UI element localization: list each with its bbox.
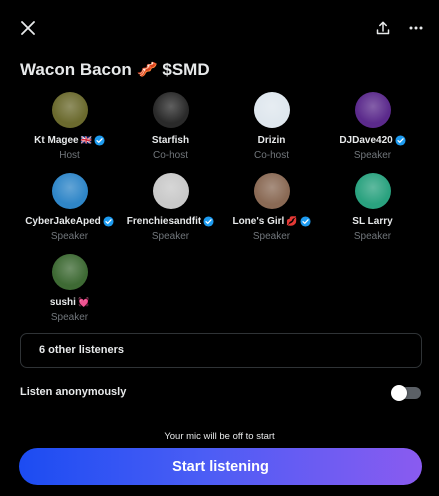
participant-card[interactable]: CyberJakeAped Speaker (19, 171, 120, 247)
participant-role: Co-host (253, 150, 289, 161)
verified-badge-icon (103, 215, 114, 227)
participant-role: Speaker (50, 231, 89, 242)
start-listening-button[interactable]: Start listening (19, 448, 422, 485)
participant-name-row: Starfish (120, 133, 221, 147)
participant-role: Host (59, 150, 80, 161)
participant-name: Frenchiesandfit (126, 215, 202, 227)
participant-role: Speaker (50, 312, 89, 323)
verified-badge-icon (395, 134, 406, 146)
listen-anonymously-toggle[interactable] (391, 385, 421, 401)
more-icon (409, 26, 423, 30)
participant-name-row: Lone's Girl 💋 (221, 214, 322, 228)
avatar (354, 173, 391, 209)
avatar (152, 173, 189, 209)
participant-role: Speaker (353, 231, 392, 242)
participant-role: Speaker (353, 150, 392, 161)
participant-name: Kt Magee (34, 134, 79, 146)
other-listeners-label: 6 other listeners (39, 344, 124, 356)
participant-name: sushi (49, 296, 76, 308)
participant-card[interactable]: Starfish Co-host (120, 90, 221, 166)
avatar (51, 173, 88, 209)
more-options-button[interactable] (402, 14, 430, 42)
participant-name-row: Frenchiesandfit (120, 214, 221, 228)
verified-badge-icon (94, 134, 105, 146)
avatar (51, 92, 88, 128)
participant-name: Lone's Girl (232, 215, 285, 227)
participant-role: Speaker (252, 231, 291, 242)
mic-off-note: Your mic will be off to start (164, 431, 275, 442)
name-emoji: 💓 (77, 296, 90, 307)
participant-role: Speaker (151, 231, 190, 242)
start-listening-label: Start listening (172, 458, 269, 475)
name-emoji: 🇬🇧 (80, 134, 92, 145)
participant-card[interactable]: Frenchiesandfit Speaker (120, 171, 221, 247)
other-listeners-row[interactable]: 6 other listeners (20, 333, 422, 368)
verified-badge-icon (203, 215, 214, 227)
space-title: Wacon Bacon 🥓 $SMD (20, 60, 210, 79)
participant-card[interactable]: Kt Magee 🇬🇧 Host (19, 90, 120, 166)
avatar (152, 92, 189, 128)
toggle-knob (391, 385, 407, 401)
name-emoji: 💋 (286, 215, 298, 226)
verified-badge-icon (299, 215, 311, 227)
participant-name-row: Kt Magee 🇬🇧 (19, 133, 120, 147)
avatar (354, 92, 391, 128)
listen-anonymously-label: Listen anonymously (20, 386, 127, 398)
avatar (253, 92, 290, 128)
participant-name-row: sushi 💓 (19, 295, 120, 309)
participant-name-row: DJDave420 (322, 133, 423, 147)
participant-card[interactable]: Lone's Girl 💋 Speaker (221, 171, 322, 247)
participant-name: DJDave420 (339, 134, 393, 146)
participant-card[interactable]: sushi 💓 Speaker (19, 252, 120, 328)
avatar (253, 173, 290, 209)
participant-name: SL Larry (352, 215, 393, 227)
participant-name-row: CyberJakeAped (19, 214, 120, 228)
participant-card[interactable]: DJDave420 Speaker (322, 90, 423, 166)
close-button[interactable] (14, 14, 42, 42)
participant-name-row: SL Larry (322, 214, 423, 228)
participant-role: Co-host (152, 150, 188, 161)
avatar (51, 254, 88, 290)
participant-card[interactable]: SL Larry Speaker (322, 171, 423, 247)
participant-name: CyberJakeAped (25, 215, 101, 227)
close-icon (21, 21, 35, 35)
participant-name: Drizin (257, 134, 286, 146)
share-button[interactable] (370, 14, 396, 42)
share-icon (376, 21, 390, 35)
participant-name-row: Drizin (221, 133, 322, 147)
participant-name: Starfish (151, 134, 190, 146)
top-bar (0, 0, 439, 56)
participant-card[interactable]: Drizin Co-host (221, 90, 322, 166)
